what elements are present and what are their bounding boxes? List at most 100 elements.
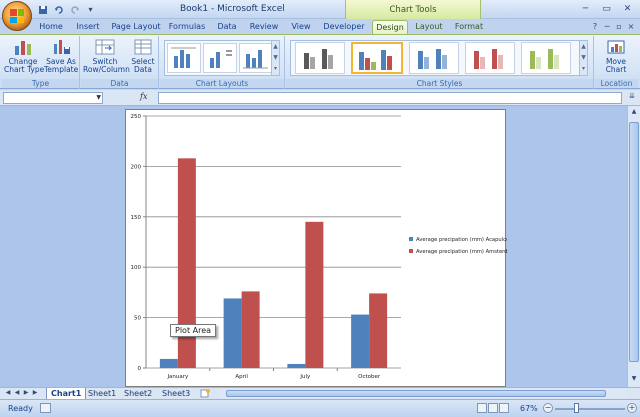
view-buttons bbox=[477, 403, 509, 413]
chart-styles-gallery[interactable]: ▲ ▼ ▾ bbox=[290, 40, 588, 76]
zoom-in-icon[interactable]: + bbox=[627, 403, 637, 413]
office-button[interactable] bbox=[2, 1, 32, 31]
help-icon[interactable]: ? bbox=[590, 21, 600, 31]
scroll-up-icon[interactable]: ▲ bbox=[629, 108, 639, 118]
scroll-down-icon[interactable]: ▼ bbox=[629, 375, 639, 385]
chart-layouts-gallery[interactable]: ▲ ▼ ▾ bbox=[164, 40, 280, 76]
close-icon[interactable]: ✕ bbox=[617, 1, 638, 17]
legend-entry: Average precipation (mm) Acapulco bbox=[416, 237, 507, 243]
type-group-label: Type bbox=[2, 79, 79, 88]
tab-review[interactable]: Review bbox=[247, 20, 281, 34]
save-as-template-button[interactable]: Save As Template bbox=[44, 38, 78, 74]
switch-row-column-icon bbox=[95, 39, 115, 55]
fx-icon[interactable]: fx bbox=[140, 92, 147, 101]
chart-area[interactable]: 0 50 100 150 200 250 January April July October Av… bbox=[125, 109, 507, 387]
next-sheet-icon[interactable]: ▶ bbox=[22, 389, 30, 399]
chevron-down-icon[interactable]: ▾ bbox=[84, 3, 97, 16]
style-thumbnail[interactable] bbox=[295, 42, 345, 74]
layout-thumbnail[interactable] bbox=[239, 43, 273, 73]
bar-july-acapulco bbox=[287, 363, 306, 368]
bar-april-amsterdam bbox=[241, 291, 260, 368]
page-layout-view-icon[interactable] bbox=[488, 403, 498, 413]
y-tick-label: 0 bbox=[138, 366, 142, 372]
select-data-button[interactable]: Select Data bbox=[129, 38, 157, 74]
chart-layouts-label: Chart Layouts bbox=[160, 79, 284, 88]
template-icon bbox=[54, 40, 70, 54]
formula-input[interactable] bbox=[158, 92, 622, 104]
layout-thumbnail[interactable] bbox=[203, 43, 237, 73]
bar-january-acapulco bbox=[159, 358, 178, 368]
y-tick-label: 150 bbox=[131, 215, 142, 221]
select-data-icon bbox=[134, 39, 152, 55]
status-bar: Ready 67% − + bbox=[0, 399, 640, 417]
move-chart-label: Move Chart bbox=[605, 57, 627, 74]
tab-design[interactable]: Design bbox=[372, 20, 408, 34]
gallery-scroll[interactable]: ▲ ▼ ▾ bbox=[579, 41, 587, 75]
ribbon-minimize-icon[interactable]: ─ bbox=[602, 21, 612, 31]
x-tick-label: January bbox=[166, 374, 189, 380]
chart-styles-group: ▲ ▼ ▾ Chart Styles bbox=[286, 36, 594, 89]
gallery-scroll[interactable]: ▲ ▼ ▾ bbox=[271, 41, 279, 75]
prev-sheet-icon[interactable]: ◀ bbox=[13, 389, 21, 399]
vertical-scrollbar[interactable]: ▲ ▼ bbox=[627, 106, 640, 387]
horizontal-scrollbar[interactable] bbox=[220, 389, 626, 398]
legend-entry: Average precipation (mm) Amsterdam bbox=[416, 249, 507, 255]
plot-area-tooltip: Plot Area bbox=[170, 324, 217, 337]
macro-record-icon[interactable] bbox=[40, 403, 51, 413]
minimize-icon[interactable]: ─ bbox=[575, 1, 596, 17]
move-chart-button[interactable]: Move Chart bbox=[597, 38, 635, 74]
page-break-view-icon[interactable] bbox=[499, 403, 509, 413]
style-thumbnail[interactable] bbox=[465, 42, 515, 74]
expand-formula-bar-icon[interactable]: ⇊ bbox=[627, 92, 637, 104]
bar-july-amsterdam bbox=[305, 221, 324, 368]
change-chart-type-button[interactable]: Change Chart Type bbox=[4, 38, 44, 74]
tab-developer[interactable]: Developer bbox=[321, 20, 367, 34]
location-group-label: Location bbox=[595, 79, 638, 88]
style-thumbnail-selected[interactable] bbox=[351, 42, 403, 74]
normal-view-icon[interactable] bbox=[477, 403, 487, 413]
tab-view[interactable]: View bbox=[287, 20, 315, 34]
tab-layout[interactable]: Layout bbox=[413, 20, 445, 34]
vertical-scroll-thumb[interactable] bbox=[629, 122, 639, 362]
first-sheet-icon[interactable]: ◀ bbox=[4, 389, 12, 399]
layout-thumbnail[interactable] bbox=[167, 43, 201, 73]
horizontal-scroll-thumb[interactable] bbox=[226, 390, 606, 397]
tab-format[interactable]: Format bbox=[451, 20, 487, 34]
zoom-slider-knob[interactable] bbox=[574, 403, 580, 413]
name-box[interactable]: ▼ bbox=[3, 92, 103, 104]
ribbon-restore-icon[interactable]: ▫ bbox=[614, 21, 624, 31]
undo-icon[interactable] bbox=[52, 3, 65, 16]
title-bar: ▾ Book1 - Microsoft Excel Chart Tools ─ … bbox=[0, 0, 640, 31]
zoom-slider[interactable] bbox=[555, 408, 625, 410]
save-icon[interactable] bbox=[36, 3, 49, 16]
location-group: Move Chart Location bbox=[595, 36, 638, 89]
status-mode: Ready bbox=[8, 404, 33, 413]
ribbon-close-icon[interactable]: × bbox=[626, 21, 636, 31]
last-sheet-icon[interactable]: ▶ bbox=[31, 389, 39, 399]
maximize-icon[interactable]: ▭ bbox=[596, 1, 617, 17]
x-tick-label: October bbox=[358, 374, 381, 380]
ribbon-right-controls: ? ─ ▫ × bbox=[590, 21, 636, 31]
window-title: Book1 - Microsoft Excel bbox=[180, 4, 285, 14]
bar-october-amsterdam bbox=[369, 293, 388, 368]
style-thumbnail[interactable] bbox=[409, 42, 459, 74]
tab-page-layout[interactable]: Page Layout bbox=[110, 20, 162, 34]
switch-row-column-button[interactable]: Switch Row/Column bbox=[83, 38, 130, 74]
tab-data[interactable]: Data bbox=[213, 20, 241, 34]
chevron-down-icon[interactable]: ▼ bbox=[96, 94, 101, 101]
redo-icon[interactable] bbox=[68, 3, 81, 16]
zoom-out-icon[interactable]: − bbox=[543, 403, 553, 413]
tab-formulas[interactable]: Formulas bbox=[167, 20, 207, 34]
bar-october-acapulco bbox=[351, 314, 370, 368]
chart-styles-label: Chart Styles bbox=[286, 79, 593, 88]
tab-home[interactable]: Home bbox=[36, 20, 66, 34]
y-tick-label: 200 bbox=[131, 164, 142, 170]
style-thumbnail[interactable] bbox=[521, 42, 571, 74]
zoom-level[interactable]: 67% bbox=[520, 404, 538, 413]
chart-layouts-group: ▲ ▼ ▾ Chart Layouts bbox=[160, 36, 285, 89]
tab-insert[interactable]: Insert bbox=[72, 20, 104, 34]
office-logo-icon bbox=[10, 9, 24, 23]
formula-bar: ▼ fx ⇊ bbox=[0, 90, 640, 106]
legend-swatch bbox=[409, 249, 413, 253]
x-tick-label: July bbox=[299, 374, 311, 380]
